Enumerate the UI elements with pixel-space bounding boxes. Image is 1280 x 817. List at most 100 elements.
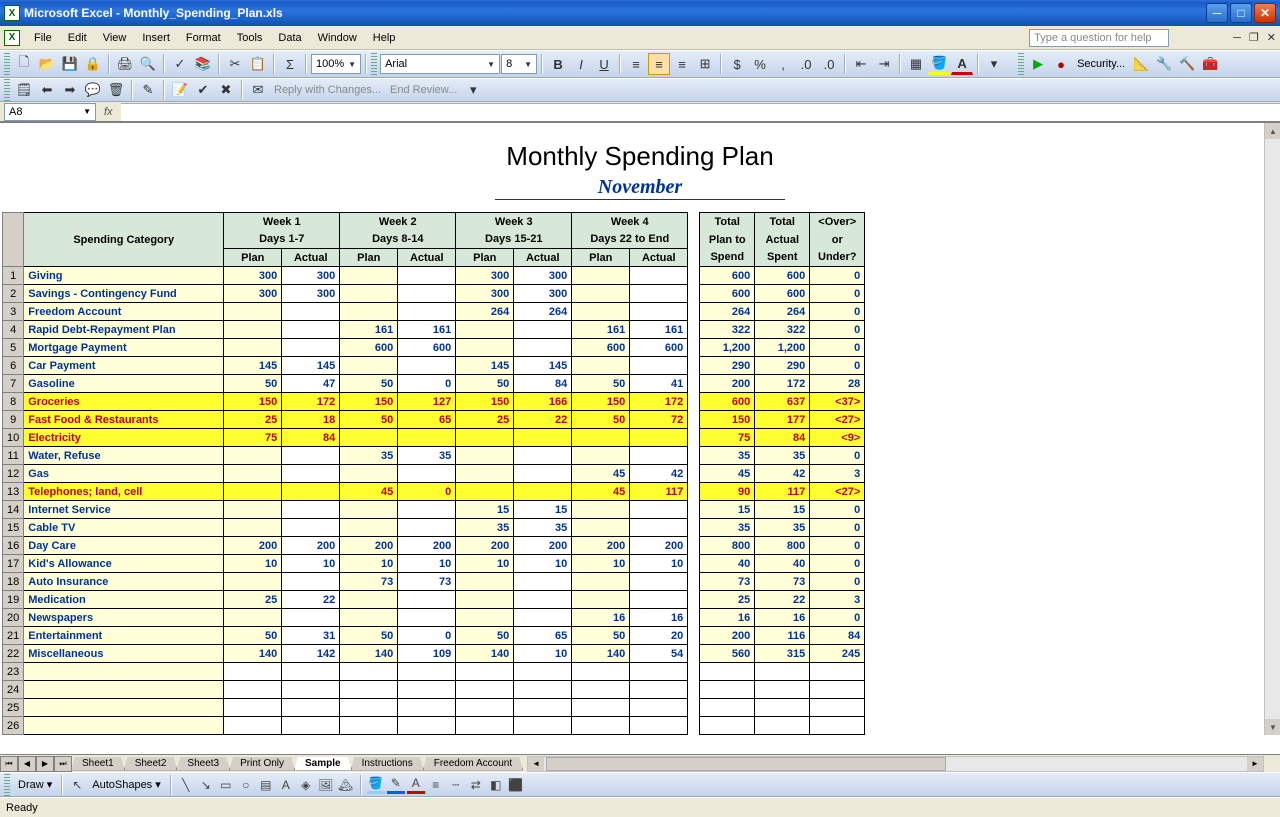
rectangle-icon[interactable]: ▭ (217, 776, 235, 794)
spending-table[interactable]: Spending CategoryWeek 1Week 2Week 3Week … (2, 212, 865, 735)
new-comment-icon[interactable]: 🗒 (13, 79, 35, 101)
category-cell[interactable]: Miscellaneous (24, 645, 224, 663)
name-box[interactable]: A8 ▼ (4, 103, 96, 121)
horizontal-scrollbar[interactable] (527, 756, 1264, 772)
toolbar-grip[interactable] (1018, 53, 1024, 75)
align-center-icon[interactable]: ≡ (648, 53, 670, 75)
category-cell[interactable]: Water, Refuse (24, 447, 224, 465)
italic-icon[interactable]: I (570, 53, 592, 75)
reject-icon[interactable]: ✖ (215, 79, 237, 101)
menu-data[interactable]: Data (270, 30, 309, 46)
category-cell[interactable]: Groceries (24, 393, 224, 411)
sheet-tab-sample[interactable]: Sample (294, 757, 352, 771)
category-cell[interactable]: Mortgage Payment (24, 339, 224, 357)
help-search[interactable] (1029, 29, 1169, 47)
tab-first-icon[interactable]: ⏮ (0, 756, 18, 772)
print-icon[interactable]: 🖨 (114, 53, 136, 75)
vertical-scrollbar[interactable] (1264, 123, 1280, 735)
open-icon[interactable]: 📂 (36, 53, 58, 75)
category-cell[interactable]: Electricity (24, 429, 224, 447)
copy-icon[interactable]: 📋 (247, 53, 269, 75)
wordart-icon[interactable]: A (277, 776, 295, 794)
ink-icon[interactable]: ✎ (137, 79, 159, 101)
bold-icon[interactable]: B (547, 53, 569, 75)
macro-record-icon[interactable]: ● (1050, 53, 1072, 75)
research-icon[interactable]: 📚 (192, 53, 214, 75)
font-color-icon[interactable]: A (407, 776, 425, 794)
arrow-icon[interactable]: ↘ (197, 776, 215, 794)
doc-minimize[interactable]: ─ (1229, 32, 1245, 44)
dec-decimal-icon[interactable]: .0 (818, 53, 840, 75)
doc-close[interactable]: ✕ (1263, 31, 1280, 44)
category-cell[interactable]: Rapid Debt-Repayment Plan (24, 321, 224, 339)
cut-icon[interactable]: ✂ (224, 53, 246, 75)
save-icon[interactable]: 💾 (59, 53, 81, 75)
accept-icon[interactable]: ✔ (192, 79, 214, 101)
menu-format[interactable]: Format (178, 30, 229, 46)
tab-prev-icon[interactable]: ◀ (18, 756, 36, 772)
dec-indent-icon[interactable]: ⇤ (850, 53, 872, 75)
tab-next-icon[interactable]: ▶ (36, 756, 54, 772)
security-button[interactable]: Security... (1073, 58, 1129, 70)
menu-tools[interactable]: Tools (229, 30, 271, 46)
shadow-icon[interactable]: ◧ (487, 776, 505, 794)
fill-icon[interactable]: 🪣 (367, 776, 385, 794)
category-cell[interactable]: Kid's Allowance (24, 555, 224, 573)
menu-help[interactable]: Help (365, 30, 404, 46)
controls-icon[interactable]: 🔨 (1176, 53, 1198, 75)
align-right-icon[interactable]: ≡ (671, 53, 693, 75)
help-input[interactable] (1029, 29, 1169, 47)
borders-icon[interactable]: ▦ (905, 53, 927, 75)
reply-changes[interactable]: Reply with Changes... (270, 84, 385, 96)
font-combo[interactable]: Arial▼ (380, 54, 500, 74)
toolbar-grip[interactable] (4, 774, 10, 796)
show-comment-icon[interactable]: 💬 (82, 79, 104, 101)
picture-icon[interactable]: 🏔 (337, 776, 355, 794)
category-cell[interactable]: Car Payment (24, 357, 224, 375)
worksheet-area[interactable]: Monthly Spending Plan November Spending … (0, 122, 1280, 754)
doc-restore[interactable]: ❐ (1245, 31, 1263, 44)
category-cell[interactable]: Freedom Account (24, 303, 224, 321)
diagram-icon[interactable]: ◈ (297, 776, 315, 794)
sheet-tab-freedom-account[interactable]: Freedom Account (423, 757, 523, 771)
category-cell[interactable]: Internet Service (24, 501, 224, 519)
autoshapes-menu[interactable]: AutoShapes ▾ (88, 778, 165, 791)
category-cell[interactable]: Gasoline (24, 375, 224, 393)
permission-icon[interactable]: 🔒 (82, 53, 104, 75)
menu-edit[interactable]: Edit (60, 30, 95, 46)
toolbar-grip[interactable] (371, 53, 377, 75)
dash-icon[interactable]: ┄ (447, 776, 465, 794)
vba-icon[interactable]: 📐 (1130, 53, 1152, 75)
delete-comment-icon[interactable]: 🗑 (105, 79, 127, 101)
category-cell[interactable]: Newspapers (24, 609, 224, 627)
toolbar-options-icon[interactable]: ▾ (983, 53, 1005, 75)
3d-icon[interactable]: ⬛ (507, 776, 525, 794)
macro-run-icon[interactable]: ▶ (1027, 53, 1049, 75)
align-left-icon[interactable]: ≡ (625, 53, 647, 75)
workbook-icon[interactable]: X (4, 30, 20, 46)
draw-menu[interactable]: Draw ▾ (14, 778, 56, 791)
spell-icon[interactable]: ✓ (169, 53, 191, 75)
currency-icon[interactable]: $ (726, 53, 748, 75)
percent-icon[interactable]: % (749, 53, 771, 75)
comma-icon[interactable]: , (772, 53, 794, 75)
textbox-icon[interactable]: ▤ (257, 776, 275, 794)
sheet-tab-sheet3[interactable]: Sheet3 (176, 757, 230, 771)
merge-icon[interactable]: ⊞ (694, 53, 716, 75)
toolbar-options-icon[interactable]: ▾ (462, 79, 484, 101)
clipart-icon[interactable]: 🖼 (317, 776, 335, 794)
category-cell[interactable]: Gas (24, 465, 224, 483)
new-icon[interactable]: 🗋 (13, 53, 35, 75)
fontsize-combo[interactable]: 8▼ (501, 54, 537, 74)
line-icon[interactable]: ╲ (177, 776, 195, 794)
toolbar-grip[interactable] (4, 53, 10, 75)
category-cell[interactable]: Fast Food & Restaurants (24, 411, 224, 429)
category-cell[interactable]: Cable TV (24, 519, 224, 537)
tab-nav[interactable]: ⏮ ◀ ▶ ⏭ (0, 756, 72, 772)
formula-bar[interactable] (121, 103, 1280, 121)
oval-icon[interactable]: ○ (237, 776, 255, 794)
inc-indent-icon[interactable]: ⇥ (873, 53, 895, 75)
inc-decimal-icon[interactable]: .0 (795, 53, 817, 75)
sheet-tab-sheet1[interactable]: Sheet1 (71, 757, 125, 771)
select-icon[interactable]: ↖ (68, 776, 86, 794)
